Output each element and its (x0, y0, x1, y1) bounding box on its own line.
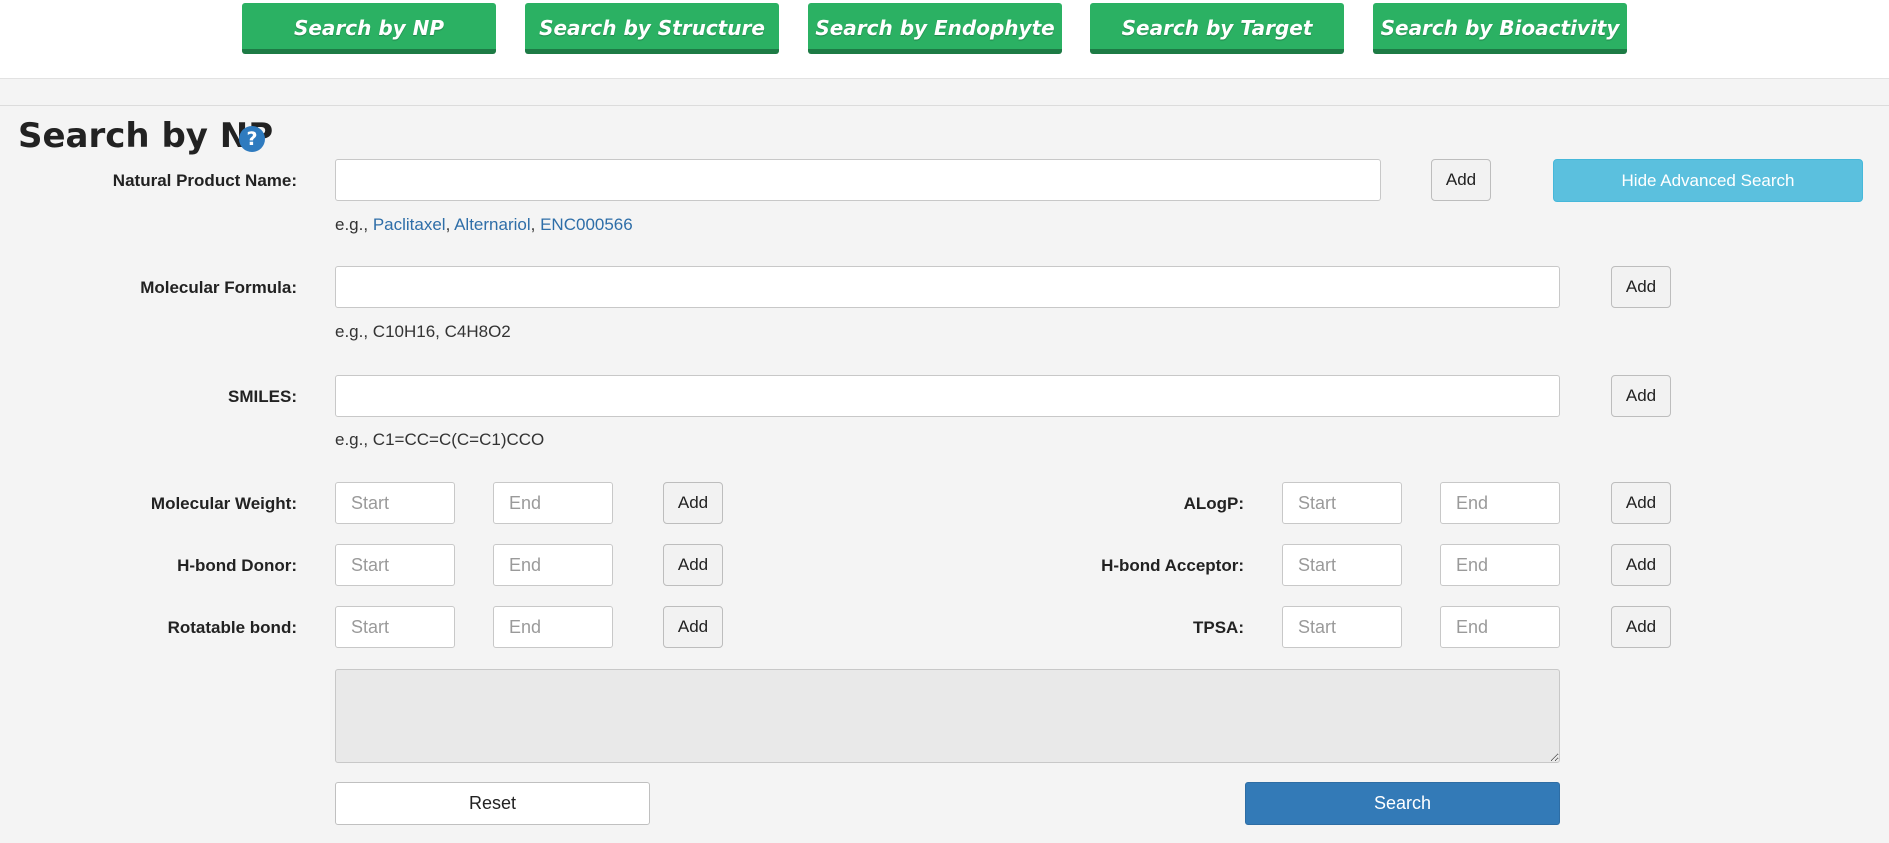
tab-search-by-np[interactable]: Search by NP (242, 3, 496, 54)
tab-search-by-bioactivity[interactable]: Search by Bioactivity (1373, 3, 1627, 54)
rotatable-bond-end-input[interactable] (493, 606, 613, 648)
smiles-hint: e.g., C1=CC=C(C=C1)CCO (335, 430, 545, 449)
example-link-enc000566[interactable]: ENC000566 (540, 215, 633, 234)
rotatable-bond-start-input[interactable] (335, 606, 455, 648)
example-link-alternariol[interactable]: Alternariol (454, 215, 531, 234)
rotatable-bond-label: Rotatable bond: (167, 618, 297, 637)
smiles-add-button[interactable]: Add (1611, 375, 1671, 417)
formula-input[interactable] (335, 266, 1560, 308)
help-icon[interactable]: ? (239, 126, 265, 152)
tpsa-start-input[interactable] (1282, 606, 1402, 648)
tpsa-end-input[interactable] (1440, 606, 1560, 648)
search-button[interactable]: Search (1245, 782, 1560, 825)
smiles-input[interactable] (335, 375, 1560, 417)
tab-search-by-target[interactable]: Search by Target (1090, 3, 1344, 54)
alogp-add-button[interactable]: Add (1611, 482, 1671, 524)
hbond-donor-start-input[interactable] (335, 544, 455, 586)
query-textarea[interactable] (335, 669, 1560, 763)
hint-separator: , (445, 215, 455, 234)
hint-separator: , (530, 215, 541, 234)
molecular-weight-add-button[interactable]: Add (663, 482, 723, 524)
np-name-input[interactable] (335, 159, 1381, 201)
molecular-weight-start-input[interactable] (335, 482, 455, 524)
molecular-weight-label: Molecular Weight: (150, 494, 297, 513)
reset-button[interactable]: Reset (335, 782, 650, 825)
formula-add-button[interactable]: Add (1611, 266, 1671, 308)
hbond-acceptor-add-button[interactable]: Add (1611, 544, 1671, 586)
tpsa-label: TPSA: (1193, 618, 1244, 637)
tab-search-by-endophyte[interactable]: Search by Endophyte (808, 3, 1062, 54)
np-name-hint-prefix: e.g., (335, 215, 373, 234)
molecular-weight-end-input[interactable] (493, 482, 613, 524)
np-name-label: Natural Product Name: (112, 171, 297, 190)
formula-label: Molecular Formula: (140, 278, 297, 297)
hbond-acceptor-label: H-bond Acceptor: (1101, 556, 1244, 575)
alogp-label: ALogP: (1183, 494, 1244, 513)
hbond-acceptor-end-input[interactable] (1440, 544, 1560, 586)
alogp-start-input[interactable] (1282, 482, 1402, 524)
page-title: Search by NP (18, 116, 274, 156)
rotatable-bond-add-button[interactable]: Add (663, 606, 723, 648)
alogp-end-input[interactable] (1440, 482, 1560, 524)
smiles-label: SMILES: (228, 387, 297, 406)
hbond-donor-add-button[interactable]: Add (663, 544, 723, 586)
hide-advanced-search-button[interactable]: Hide Advanced Search (1553, 159, 1863, 202)
hbond-donor-end-input[interactable] (493, 544, 613, 586)
example-link-paclitaxel[interactable]: Paclitaxel (373, 215, 446, 234)
top-nav: Search by NP Search by Structure Search … (0, 0, 1889, 79)
hbond-donor-label: H-bond Donor: (177, 556, 297, 575)
section-divider (0, 105, 1889, 106)
tpsa-add-button[interactable]: Add (1611, 606, 1671, 648)
np-name-add-button[interactable]: Add (1431, 159, 1491, 201)
np-name-hint: e.g., Paclitaxel, Alternariol, ENC000566 (335, 215, 633, 235)
formula-hint: e.g., C10H16, C4H8O2 (335, 322, 511, 341)
tab-search-by-structure[interactable]: Search by Structure (525, 3, 779, 54)
hbond-acceptor-start-input[interactable] (1282, 544, 1402, 586)
